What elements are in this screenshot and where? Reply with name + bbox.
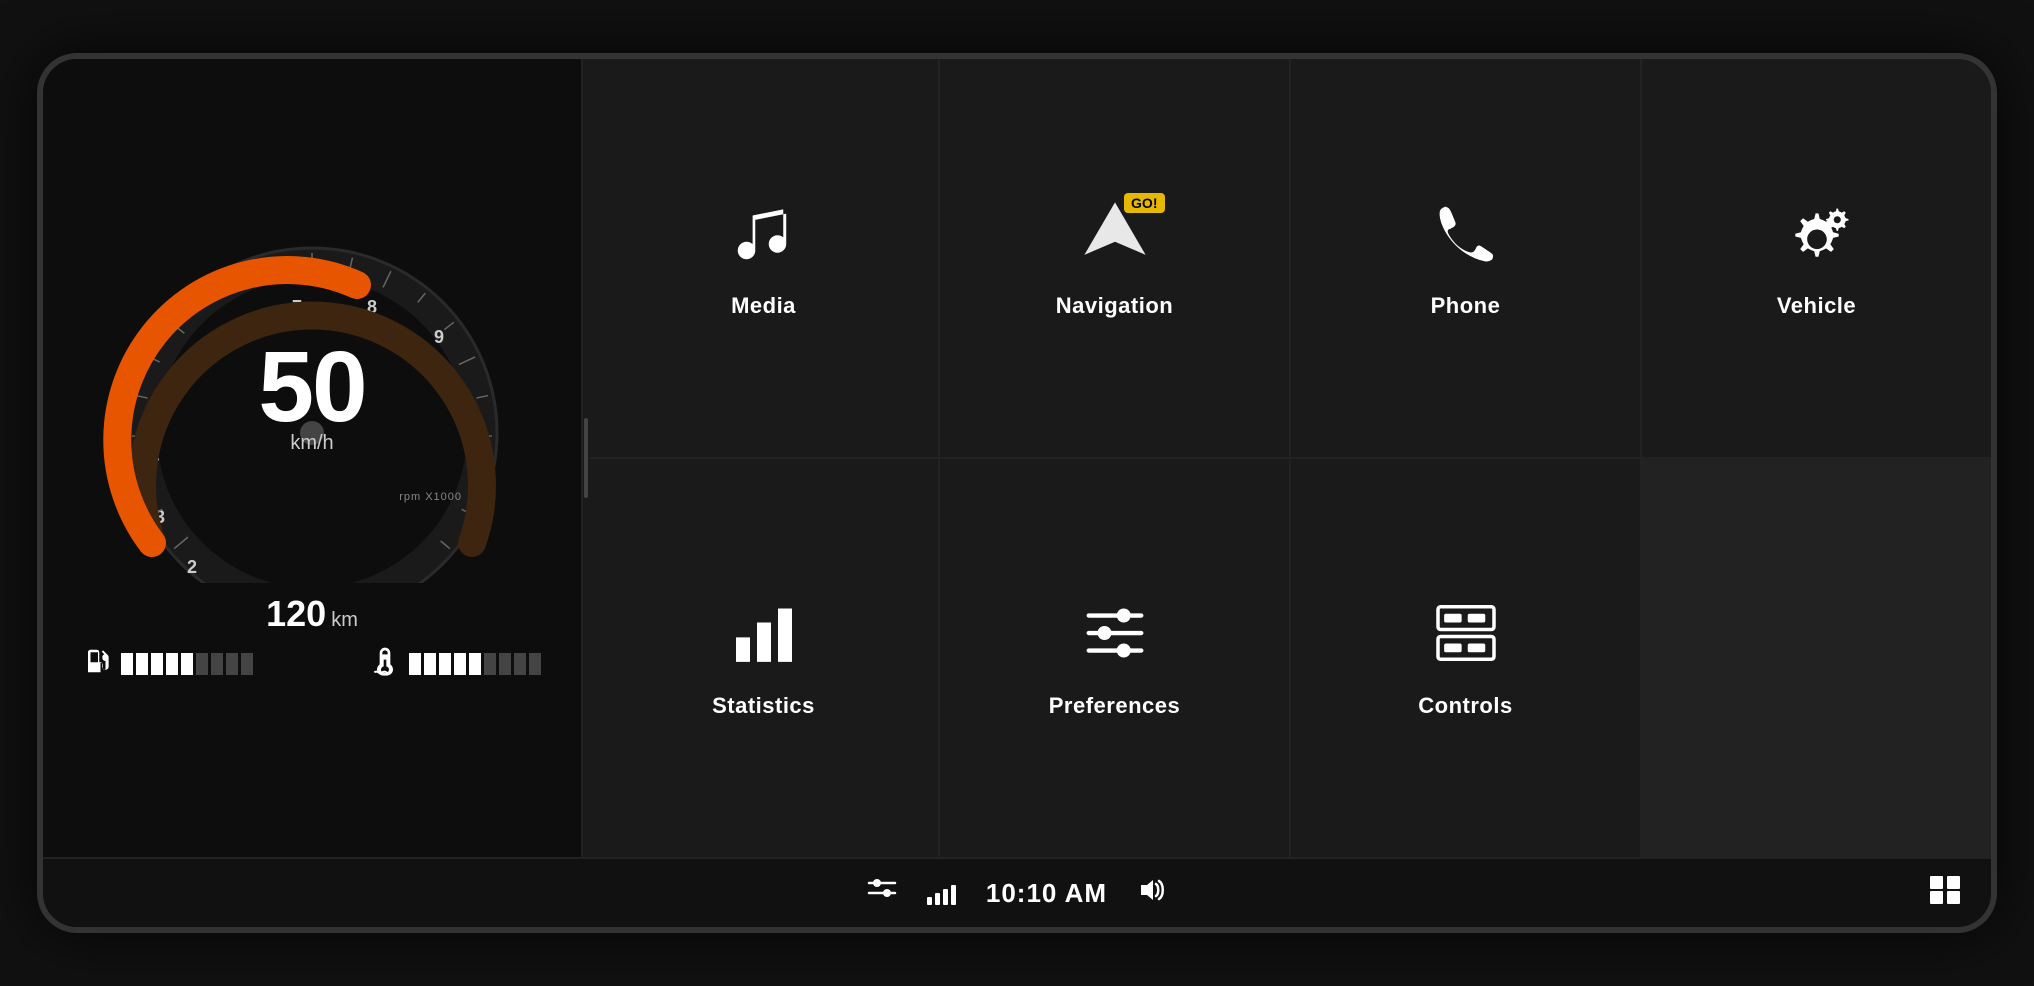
temp-seg-3: [439, 653, 451, 675]
navigation-icon: GO!: [1075, 198, 1155, 278]
status-time: 10:10 AM: [986, 878, 1107, 909]
fuel-seg-3: [151, 653, 163, 675]
fuel-seg-7: [211, 653, 223, 675]
controls-icon: [1431, 598, 1501, 678]
menu-item-statistics[interactable]: Statistics: [589, 459, 938, 857]
distance-unit: km: [331, 609, 358, 632]
phone-label: Phone: [1431, 293, 1501, 319]
rpm-label: rpm X1000: [399, 491, 462, 503]
speed-value: 50: [258, 337, 365, 437]
go-badge: GO!: [1124, 193, 1164, 213]
statistics-icon: [729, 598, 799, 678]
settings-sliders-icon[interactable]: [867, 876, 897, 911]
vehicle-label: Vehicle: [1777, 293, 1856, 319]
distance-display: 120 km: [266, 593, 358, 635]
signal-bar-2: [935, 893, 940, 905]
temp-seg-1: [409, 653, 421, 675]
distance-value: 120: [266, 593, 326, 635]
grid-icon[interactable]: [1929, 875, 1961, 912]
fuel-icon: [83, 646, 113, 683]
temp-seg-7: [499, 653, 511, 675]
temp-icon: [369, 645, 401, 684]
main-content: 0 1 2 3 4 5 6 7 8 9: [43, 59, 1991, 857]
media-label: Media: [731, 293, 796, 319]
gauge-container: 0 1 2 3 4 5 6 7 8 9: [102, 233, 522, 583]
menu-item-navigation[interactable]: GO! Navigation: [940, 59, 1289, 457]
statistics-label: Statistics: [712, 693, 815, 719]
temp-gauge: [369, 645, 541, 684]
menu-grid: Media GO! Navigation: [589, 59, 1991, 857]
fuel-seg-4: [166, 653, 178, 675]
svg-text:9: 9: [434, 327, 444, 347]
signal-bars-icon: [927, 881, 956, 905]
vehicle-settings-icon: [1782, 198, 1852, 278]
fuel-seg-1: [121, 653, 133, 675]
temp-seg-6: [484, 653, 496, 675]
device-frame: 0 1 2 3 4 5 6 7 8 9: [37, 53, 1997, 933]
menu-item-phone[interactable]: Phone: [1291, 59, 1640, 457]
menu-item-preferences[interactable]: Preferences: [940, 459, 1289, 857]
signal-bar-4: [951, 885, 956, 905]
nav-icon-wrapper: GO!: [1075, 198, 1155, 278]
svg-text:2: 2: [187, 557, 197, 577]
music-icon: [729, 198, 799, 278]
instrument-panel: 0 1 2 3 4 5 6 7 8 9: [43, 59, 583, 857]
status-bar: 10:10 AM: [43, 857, 1991, 927]
fuel-seg-9: [241, 653, 253, 675]
controls-label: Controls: [1418, 693, 1512, 719]
fuel-seg-5: [181, 653, 193, 675]
signal-bar-3: [943, 889, 948, 905]
temp-seg-4: [454, 653, 466, 675]
temp-seg-5: [469, 653, 481, 675]
temp-seg-9: [529, 653, 541, 675]
gauges-bottom: [63, 645, 561, 684]
menu-panel: Media GO! Navigation: [589, 59, 1991, 857]
preferences-label: Preferences: [1049, 693, 1180, 719]
temp-seg-8: [514, 653, 526, 675]
menu-item-controls[interactable]: Controls: [1291, 459, 1640, 857]
navigation-label: Navigation: [1056, 293, 1173, 319]
phone-icon: [1431, 198, 1501, 278]
fuel-seg-6: [196, 653, 208, 675]
fuel-bar-segments: [121, 653, 253, 675]
volume-icon[interactable]: [1137, 876, 1167, 911]
speed-display: 50 km/h: [258, 337, 365, 455]
temp-bar-segments: [409, 653, 541, 675]
temp-seg-2: [424, 653, 436, 675]
menu-item-vehicle[interactable]: Vehicle: [1642, 59, 1991, 457]
panel-divider: [583, 59, 589, 857]
signal-bar-1: [927, 897, 932, 905]
menu-item-media[interactable]: Media: [589, 59, 938, 457]
fuel-seg-2: [136, 653, 148, 675]
fuel-seg-8: [226, 653, 238, 675]
preferences-icon: [1080, 598, 1150, 678]
fuel-gauge: [83, 645, 253, 684]
